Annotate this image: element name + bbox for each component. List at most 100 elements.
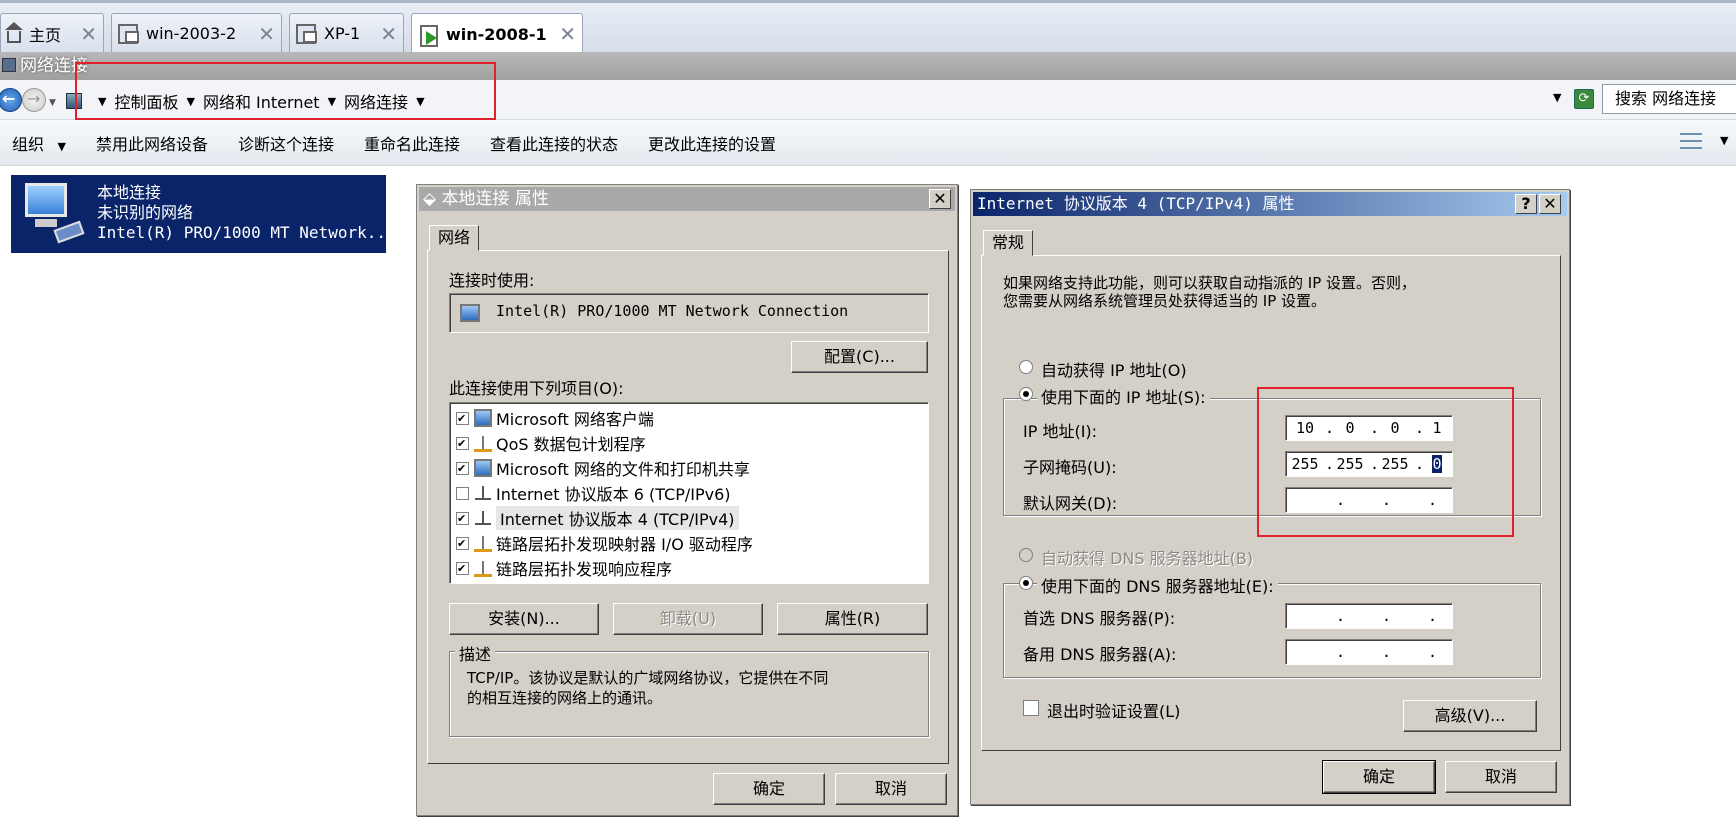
tab-network[interactable]: 网络 <box>429 225 480 251</box>
auto-ip-label: 自动获得 IP 地址(O) <box>1041 361 1187 380</box>
manual-ip-radio[interactable] <box>1019 387 1033 401</box>
components-list[interactable]: Microsoft 网络客户端 QoS 数据包计划程序 Microsoft 网络… <box>449 402 929 584</box>
description-text: 的相互连接的网络上的通讯。 <box>467 689 663 707</box>
list-item-label: Microsoft 网络的文件和打印机共享 <box>496 460 750 479</box>
vm-tab-home[interactable]: 主页 ✕ <box>0 13 104 53</box>
list-item[interactable]: Microsoft 网络的文件和打印机共享 <box>456 457 750 479</box>
manual-dns-radio[interactable] <box>1019 576 1033 590</box>
list-item[interactable]: Internet 协议版本 4 (TCP/IPv4) <box>456 506 739 530</box>
refresh-button[interactable]: ⟳ <box>1574 89 1594 109</box>
dialog-title-bar: ⬙ 本地连接 属性 <box>419 187 955 211</box>
dialog-title-bar: Internet 协议版本 4 (TCP/IPv4) 属性 <box>973 192 1567 216</box>
diagnose-button[interactable]: 诊断这个连接 <box>238 131 334 155</box>
view-status-button[interactable]: 查看此连接的状态 <box>490 131 618 155</box>
close-icon[interactable]: ✕ <box>380 22 397 46</box>
network-adapter-icon <box>17 177 85 247</box>
ok-button[interactable]: 确定 <box>713 773 825 805</box>
close-icon[interactable]: ✕ <box>258 22 275 46</box>
auto-dns-radio <box>1019 548 1033 562</box>
network-adapter-icon <box>460 304 480 322</box>
vm-tab-label: win-2003-2 <box>146 24 237 43</box>
local-connection-item[interactable]: 本地连接 未识别的网络 Intel(R) PRO/1000 MT Network… <box>11 175 396 253</box>
cancel-button[interactable]: 取消 <box>1445 761 1557 793</box>
checkbox[interactable] <box>456 561 469 575</box>
preferred-dns-field[interactable]: ... <box>1285 603 1453 629</box>
checkbox[interactable] <box>456 436 469 450</box>
vm-tab-win-2008-1[interactable]: win-2008-1 ✕ <box>411 13 583 55</box>
back-button[interactable] <box>0 88 22 112</box>
chevron-down-icon[interactable]: ▼ <box>1720 134 1728 147</box>
connect-using-label: 连接时使用: <box>449 271 535 290</box>
properties-button[interactable]: 属性(R) <box>777 603 928 635</box>
list-item-label: 链路层拓扑发现映射器 I/O 驱动程序 <box>496 535 753 554</box>
forward-button[interactable] <box>22 88 46 112</box>
description-text: TCP/IP。该协议是默认的广域网络协议，它提供在不同 <box>467 669 829 687</box>
list-item[interactable]: Microsoft 网络客户端 <box>456 407 654 429</box>
ip-label: IP 地址(I): <box>1023 422 1098 441</box>
tab-general[interactable]: 常规 <box>983 230 1034 256</box>
list-item[interactable]: 链路层拓扑发现映射器 I/O 驱动程序 <box>456 532 753 554</box>
mask-label: 子网掩码(U): <box>1023 458 1117 477</box>
checkbox[interactable] <box>456 411 469 425</box>
alternate-dns-field[interactable]: ... <box>1285 639 1453 665</box>
list-item-label: Internet 协议版本 4 (TCP/IPv4) <box>496 506 739 530</box>
checkbox[interactable] <box>456 486 469 500</box>
configure-button[interactable]: 配置(C)... <box>791 341 928 373</box>
intro-text: 您需要从网络系统管理员处获得适当的 IP 设置。 <box>1003 292 1327 310</box>
validate-label: 退出时验证设置(L) <box>1047 702 1181 721</box>
checkbox[interactable] <box>456 536 469 550</box>
cancel-button[interactable]: 取消 <box>835 773 947 805</box>
close-icon[interactable]: ✕ <box>80 22 97 46</box>
vm-tab-xp-1[interactable]: XP-1 ✕ <box>289 13 404 53</box>
network-icon: ⬙ <box>423 189 442 209</box>
organize-menu[interactable]: 组织 <box>12 131 66 155</box>
items-label: 此连接使用下列项目(O): <box>449 379 624 398</box>
close-button[interactable]: ✕ <box>929 189 951 209</box>
home-icon <box>5 21 23 43</box>
description-caption: 描述 <box>455 641 496 665</box>
protocol-icon <box>474 484 492 502</box>
list-item-label: Internet 协议版本 6 (TCP/IPv6) <box>496 485 731 504</box>
rename-button[interactable]: 重命名此连接 <box>364 131 460 155</box>
checkbox[interactable] <box>456 511 469 525</box>
disable-device-button[interactable]: 禁用此网络设备 <box>96 131 208 155</box>
view-options-icon[interactable] <box>1680 130 1702 152</box>
install-button[interactable]: 安装(N)... <box>449 603 599 635</box>
list-item[interactable]: 链路层拓扑发现响应程序 <box>456 557 672 579</box>
vm-running-icon <box>418 24 438 47</box>
command-bar: 组织 禁用此网络设备 诊断这个连接 重命名此连接 查看此连接的状态 更改此连接的… <box>0 120 1736 166</box>
auto-ip-radio[interactable] <box>1019 360 1033 374</box>
connection-status: 未识别的网络 <box>97 203 194 222</box>
history-dropdown-icon[interactable]: ▼ <box>49 98 56 108</box>
change-settings-button[interactable]: 更改此连接的设置 <box>648 131 776 155</box>
validate-checkbox[interactable] <box>1023 700 1039 716</box>
vm-tab-win-2003-2[interactable]: win-2003-2 ✕ <box>111 13 282 53</box>
dialog-title: 本地连接 属性 <box>441 189 549 209</box>
close-button[interactable]: ✕ <box>1539 194 1561 214</box>
connection-name: 本地连接 <box>97 183 162 202</box>
connection-adapter: Intel(R) PRO/1000 MT Network... <box>97 223 396 242</box>
list-item-label: 链路层拓扑发现响应程序 <box>496 560 673 579</box>
checkbox[interactable] <box>456 461 469 475</box>
manual-ip-label: 使用下面的 IP 地址(S): <box>1037 384 1210 408</box>
advanced-button[interactable]: 高级(V)... <box>1403 700 1537 732</box>
list-item[interactable]: QoS 数据包计划程序 <box>456 432 646 454</box>
close-icon[interactable]: ✕ <box>559 22 576 46</box>
alternate-dns-label: 备用 DNS 服务器(A): <box>1023 645 1177 664</box>
address-dropdown-icon[interactable]: ▼ <box>1553 91 1561 104</box>
search-input[interactable]: 搜索 网络连接 <box>1602 84 1736 114</box>
manual-dns-label: 使用下面的 DNS 服务器地址(E): <box>1037 573 1278 597</box>
list-item[interactable]: Internet 协议版本 6 (TCP/IPv6) <box>456 482 731 504</box>
vm-tab-label: win-2008-1 <box>446 25 547 44</box>
vm-tab-strip: 主页 ✕ win-2003-2 ✕ XP-1 ✕ win-2008-1 ✕ <box>0 0 1736 55</box>
ipv4-properties-dialog: Internet 协议版本 4 (TCP/IPv4) 属性 ? ✕ 常规 如果网… <box>970 189 1570 805</box>
preferred-dns-label: 首选 DNS 服务器(P): <box>1023 609 1176 628</box>
protocol-icon <box>474 559 492 577</box>
list-item-label: QoS 数据包计划程序 <box>496 435 646 454</box>
vm-icon <box>118 23 139 44</box>
help-button[interactable]: ? <box>1515 194 1537 214</box>
adapter-box: Intel(R) PRO/1000 MT Network Connection <box>449 293 929 333</box>
vm-tab-label: 主页 <box>29 25 62 45</box>
ok-button[interactable]: 确定 <box>1322 760 1436 794</box>
client-icon <box>474 409 492 427</box>
